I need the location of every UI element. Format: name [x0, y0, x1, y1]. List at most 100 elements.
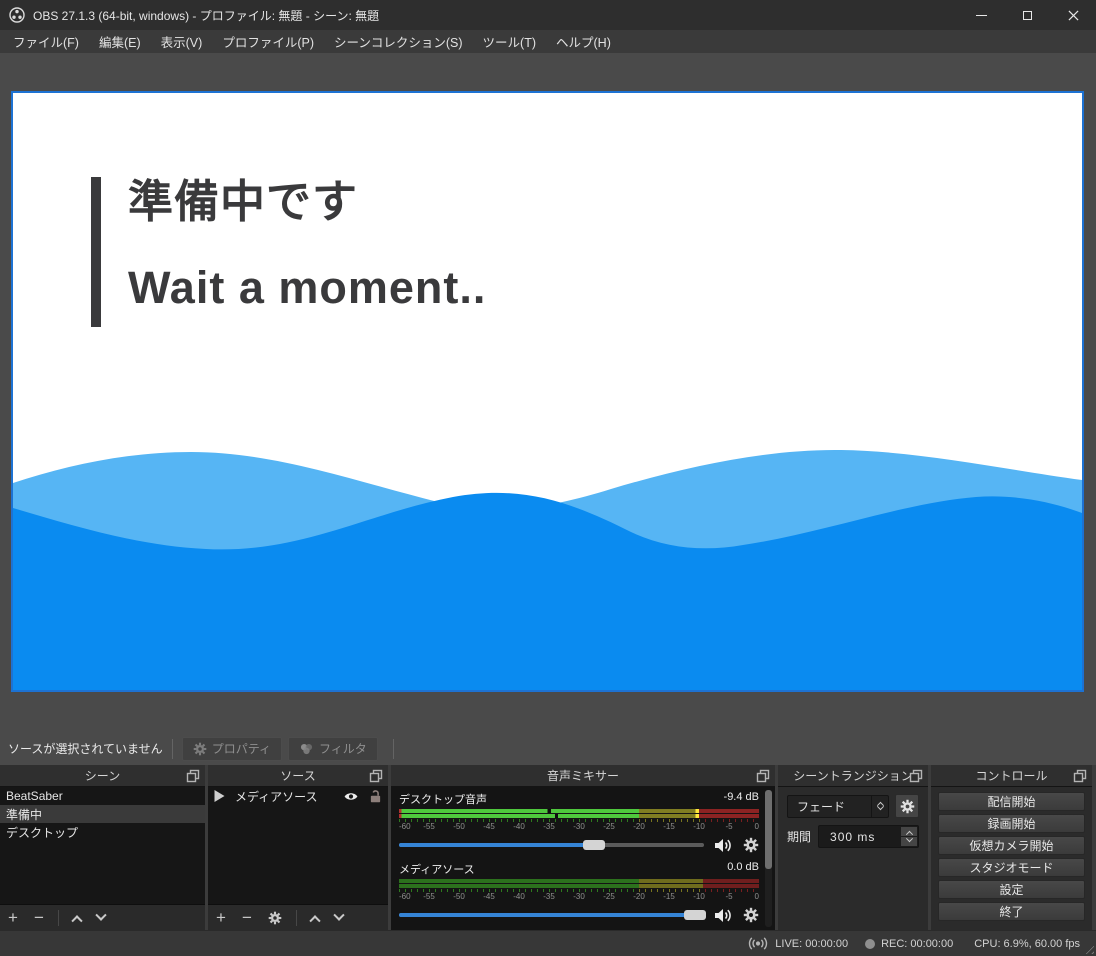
source-properties-gear-icon[interactable] [268, 911, 282, 925]
duration-input[interactable]: 300 ms [818, 825, 919, 848]
transitions-body: フェード 期間 300 ms [778, 787, 928, 930]
duration-label: 期間 [787, 828, 811, 845]
volume-slider-handle[interactable] [583, 840, 605, 850]
preview-canvas[interactable]: 準備中です Wait a moment.. [11, 91, 1084, 692]
transition-select-spinner[interactable] [871, 796, 888, 817]
transition-settings-button[interactable] [895, 794, 919, 818]
meter-scale-label: 0 [755, 822, 759, 831]
canvas-text-block: 準備中です Wait a moment.. [91, 177, 486, 327]
duration-decrement-button[interactable] [901, 837, 917, 846]
channel-db-value: -9.4 dB [724, 791, 759, 807]
meter-scale-label: -60 [399, 892, 411, 901]
live-time: LIVE: 00:00:00 [775, 938, 848, 950]
obs-logo-icon [9, 7, 25, 23]
add-scene-button[interactable]: + [8, 909, 18, 926]
scene-row[interactable]: BeatSaber [0, 787, 205, 805]
transitions-dock: シーントランジション フェード 期間 300 ms [778, 765, 928, 930]
transition-select[interactable]: フェード [787, 795, 889, 818]
channel-db-value: 0.0 dB [727, 861, 759, 877]
minimize-button[interactable] [958, 0, 1004, 30]
resize-grip[interactable] [1082, 942, 1094, 954]
maximize-icon [1023, 11, 1032, 20]
float-dock-icon[interactable] [909, 769, 923, 783]
audio-mixer-dock: 音声ミキサー デスクトップ音声 -9.4 dB -60-55-50-45-40-… [391, 765, 775, 930]
channel-settings-gear-icon[interactable] [743, 907, 759, 923]
channel-settings-gear-icon[interactable] [743, 837, 759, 853]
menu-item-view[interactable]: 表示(V) [151, 29, 213, 54]
scene-row[interactable]: 準備中 [0, 805, 205, 823]
eye-visibility-icon[interactable] [343, 791, 359, 802]
float-dock-icon[interactable] [1073, 769, 1087, 783]
scene-row[interactable]: デスクトップ [0, 823, 205, 841]
minimize-icon [976, 15, 987, 16]
chevron-down-icon [876, 803, 883, 810]
broadcast-icon [747, 937, 769, 950]
meter-scale-label: -55 [423, 892, 435, 901]
exit-button[interactable]: 終了 [938, 902, 1085, 921]
meter-scale-label: -55 [423, 822, 435, 831]
volume-slider-handle[interactable] [684, 910, 706, 920]
scenes-title: シーン [85, 767, 120, 784]
source-list: メディアソース [208, 787, 388, 904]
meter-scale-label: -45 [483, 822, 495, 831]
start-streaming-button[interactable]: 配信開始 [938, 792, 1085, 811]
volume-slider[interactable] [399, 843, 704, 847]
mixer-scrollbar[interactable] [765, 790, 772, 927]
move-source-down-button[interactable] [333, 909, 344, 920]
mixer-scrollbar-thumb[interactable] [765, 790, 772, 869]
meter-scale-label: -5 [725, 892, 732, 901]
add-source-button[interactable]: + [216, 909, 226, 926]
float-dock-icon[interactable] [369, 769, 383, 783]
close-button[interactable] [1050, 0, 1096, 30]
filters-label: フィルタ [319, 740, 367, 757]
menu-item-scene-collection[interactable]: シーンコレクション(S) [324, 29, 473, 54]
lock-open-icon[interactable] [369, 790, 382, 803]
menu-item-profile[interactable]: プロファイル(P) [212, 29, 324, 54]
meter-bar-left [399, 809, 759, 813]
remove-scene-button[interactable]: − [34, 909, 44, 926]
menu-item-tools[interactable]: ツール(T) [473, 29, 546, 54]
move-source-up-button[interactable] [309, 915, 320, 926]
move-scene-down-button[interactable] [95, 909, 106, 920]
transitions-dock-header[interactable]: シーントランジション [778, 765, 928, 787]
volume-slider-fill [399, 913, 695, 917]
speaker-icon[interactable] [714, 838, 733, 853]
float-dock-icon[interactable] [186, 769, 200, 783]
remove-source-button[interactable]: − [242, 909, 252, 926]
volume-slider[interactable] [399, 913, 704, 917]
meter-bar-left [399, 879, 759, 883]
source-row[interactable]: メディアソース [208, 787, 388, 805]
mixer-channel: メディアソース 0.0 dB -60-55-50-45-40-35-30-25-… [399, 861, 759, 924]
meter-scale-label: -50 [453, 822, 465, 831]
gear-icon [193, 742, 207, 756]
meter-scale-label: -40 [513, 822, 525, 831]
studio-mode-button[interactable]: スタジオモード [938, 858, 1085, 877]
main-area: 準備中です Wait a moment.. [0, 53, 1096, 732]
start-virtual-camera-button[interactable]: 仮想カメラ開始 [938, 836, 1085, 855]
volume-meter [399, 879, 759, 892]
meter-scale-label: -40 [513, 892, 525, 901]
properties-button[interactable]: プロパティ [182, 737, 282, 761]
meter-scale-label: -35 [543, 892, 555, 901]
duration-value: 300 ms [819, 830, 875, 844]
speaker-icon[interactable] [714, 908, 733, 923]
menu-item-help[interactable]: ヘルプ(H) [546, 29, 621, 54]
move-scene-up-button[interactable] [71, 915, 82, 926]
accent-bar [91, 177, 101, 327]
meter-scale-label: -10 [693, 892, 705, 901]
sources-dock-header[interactable]: ソース [208, 765, 388, 787]
mixer-dock-header[interactable]: 音声ミキサー [391, 765, 775, 787]
maximize-button[interactable] [1004, 0, 1050, 30]
menu-item-edit[interactable]: 編集(E) [89, 29, 151, 54]
controls-dock-header[interactable]: コントロール [931, 765, 1092, 787]
toolbar-separator [172, 739, 173, 759]
menu-item-file[interactable]: ファイル(F) [3, 29, 89, 54]
window-title: OBS 27.1.3 (64-bit, windows) - プロファイル: 無… [33, 7, 379, 24]
float-dock-icon[interactable] [756, 769, 770, 783]
meter-scale-label: -25 [603, 892, 615, 901]
meter-scale-label: -20 [633, 892, 645, 901]
settings-button[interactable]: 設定 [938, 880, 1085, 899]
scenes-dock-header[interactable]: シーン [0, 765, 205, 787]
start-recording-button[interactable]: 録画開始 [938, 814, 1085, 833]
filters-button[interactable]: フィルタ [288, 737, 378, 761]
